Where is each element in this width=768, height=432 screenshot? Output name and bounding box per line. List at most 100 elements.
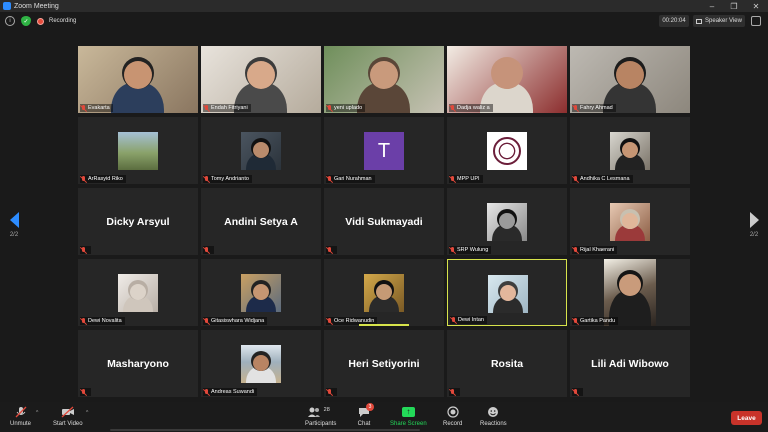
participant-tile[interactable]: Dewi Intan <box>447 259 567 326</box>
minimize-button[interactable]: – <box>701 0 723 12</box>
participant-name-label: Gari Nurahman <box>326 175 375 183</box>
participant-video-thumbnail <box>78 46 198 113</box>
participants-label: Participants <box>305 421 337 427</box>
muted-microphone-icon <box>80 104 86 112</box>
participant-tile[interactable]: Gartika Pandu <box>570 259 690 326</box>
start-video-button[interactable]: Start Video <box>53 406 83 427</box>
participant-video-thumbnail <box>447 46 567 113</box>
participant-name-label: Tomy Andrianto <box>203 175 252 183</box>
speaker-view-button[interactable]: Speaker View <box>693 15 745 27</box>
participant-tile[interactable]: Dewi Novalita <box>78 259 198 326</box>
info-icon[interactable]: i <box>5 16 15 26</box>
participant-tile[interactable]: Andini Setya A <box>201 188 321 255</box>
participant-name-label <box>326 388 337 396</box>
reactions-button[interactable]: Reactions <box>480 406 507 427</box>
participant-video-thumbnail <box>488 275 528 313</box>
recording-indicator[interactable]: Recording <box>37 15 76 27</box>
leave-button[interactable]: Leave <box>731 411 762 425</box>
participant-tile[interactable]: Andhika C Lesmana <box>570 117 690 184</box>
participant-video-thumbnail <box>610 203 650 241</box>
reactions-label: Reactions <box>480 421 507 427</box>
participant-tile[interactable]: Heri Setiyorini <box>324 330 444 397</box>
window-titlebar: Zoom Meeting – ❐ ✕ <box>0 0 768 12</box>
microphone-muted-icon <box>14 406 28 418</box>
horizontal-scrollbar[interactable] <box>110 429 420 431</box>
participant-tile[interactable]: SRP Wulung <box>447 188 567 255</box>
participant-name: SRP Wulung <box>457 247 489 253</box>
muted-microphone-icon <box>449 246 455 254</box>
participant-video-thumbnail <box>364 274 404 312</box>
muted-microphone-icon <box>326 388 332 396</box>
participant-tile[interactable]: Rijal Khaerani <box>570 188 690 255</box>
audio-options-caret-icon[interactable]: ^ <box>36 410 38 416</box>
participant-tile[interactable]: Oce Ridwanudin <box>324 259 444 326</box>
participant-name-label: Dewi Novalita <box>80 317 125 325</box>
participant-name: Endah Fitriyani <box>211 105 248 111</box>
muted-microphone-icon <box>80 175 86 183</box>
participant-tile[interactable]: Endah Fitriyani <box>201 46 321 113</box>
close-button[interactable]: ✕ <box>745 0 767 12</box>
participant-video-thumbnail <box>118 132 158 170</box>
maximize-button[interactable]: ❐ <box>723 0 745 12</box>
arrow-right-icon <box>749 212 759 228</box>
participant-tile[interactable]: Dicky Arsyul <box>78 188 198 255</box>
muted-microphone-icon <box>572 104 578 112</box>
unmute-label: Unmute <box>10 421 32 427</box>
participant-name-label <box>80 246 91 254</box>
record-button[interactable]: Record <box>443 406 462 427</box>
participants-button[interactable]: 28 Participants <box>305 406 336 427</box>
participant-video-thumbnail <box>241 274 281 312</box>
chat-button[interactable]: 3 Chat <box>357 403 374 427</box>
participant-name: Tomy Andrianto <box>211 176 249 182</box>
letter-avatar: T <box>364 132 404 170</box>
participant-name-label: Dewi Intan <box>450 316 487 324</box>
participant-name-label: Fahry Ahmad <box>572 104 616 112</box>
arrow-left-icon <box>9 212 19 228</box>
participant-name: yeni uplado <box>334 105 363 111</box>
participant-name: Dadja waliz a <box>457 105 490 111</box>
meeting-timer: 00:20:04 <box>659 15 689 27</box>
participant-tile[interactable]: Rosita <box>447 330 567 397</box>
audio-level-bar <box>359 324 409 326</box>
muted-microphone-icon <box>326 317 332 325</box>
share-screen-icon: ↑ <box>401 406 415 418</box>
participant-display-name: Rosita <box>490 357 524 370</box>
previous-page-button[interactable]: 2/2 <box>2 212 26 238</box>
unmute-button[interactable]: Unmute <box>10 406 31 427</box>
share-screen-button[interactable]: ↑ Share Screen <box>390 406 427 427</box>
participant-display-name: Heri Setiyorini <box>348 357 420 370</box>
share-screen-label: Share Screen <box>390 421 427 427</box>
participant-name-label <box>326 246 337 254</box>
participant-name: Dewi Novalita <box>88 318 122 324</box>
recording-dot-icon <box>37 17 44 25</box>
participant-tile[interactable]: Gitasiswhara Widjana <box>201 259 321 326</box>
participant-tile[interactable]: Fahry Ahmad <box>570 46 690 113</box>
participant-tile[interactable]: Evakarta <box>78 46 198 113</box>
muted-microphone-icon <box>203 104 209 112</box>
meeting-toolbar: Unmute ^ Start Video ^ 28 Participants 3… <box>0 402 768 432</box>
fullscreen-icon[interactable] <box>751 16 761 26</box>
participant-video-thumbnail <box>241 345 281 383</box>
muted-microphone-icon <box>572 175 578 183</box>
participant-name: Fahry Ahmad <box>580 105 613 111</box>
participant-tile[interactable]: Dadja waliz a <box>447 46 567 113</box>
muted-microphone-icon <box>572 246 578 254</box>
participant-tile[interactable]: ArRasyid Riko <box>78 117 198 184</box>
start-video-label: Start Video <box>53 421 83 427</box>
participant-tile[interactable]: yeni uplado <box>324 46 444 113</box>
participant-tile[interactable]: Andreas Suwandi <box>201 330 321 397</box>
participant-tile[interactable]: Vidi Sukmayadi <box>324 188 444 255</box>
participant-name-label <box>80 388 91 396</box>
video-options-caret-icon[interactable]: ^ <box>86 410 88 416</box>
muted-microphone-icon <box>449 104 455 112</box>
participant-name-label: SRP Wulung <box>449 246 492 254</box>
participant-display-name: Dicky Arsyul <box>106 215 170 228</box>
participant-tile[interactable]: MPP UPI <box>447 117 567 184</box>
participant-tile[interactable]: Masharyono <box>78 330 198 397</box>
organization-logo-icon <box>493 137 521 165</box>
participant-tile[interactable]: T Gari Nurahman <box>324 117 444 184</box>
next-page-button[interactable]: 2/2 <box>742 212 766 238</box>
chat-badge: 3 <box>366 403 374 411</box>
participant-tile[interactable]: Lili Adi Wibowo <box>570 330 690 397</box>
participant-tile[interactable]: Tomy Andrianto <box>201 117 321 184</box>
